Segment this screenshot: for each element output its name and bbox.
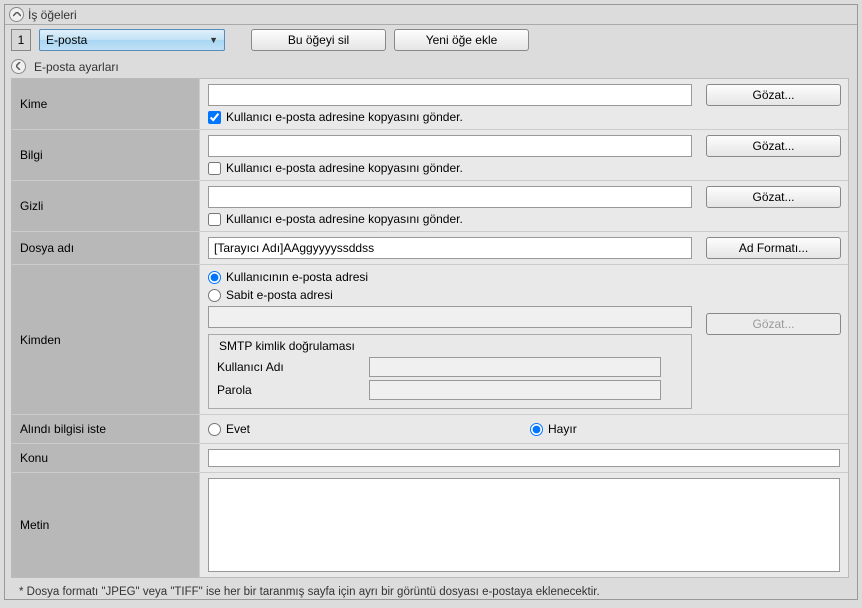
alindi-no-text: Hayır <box>548 422 577 436</box>
smtp-title: SMTP kimlik doğrulaması <box>217 339 683 353</box>
value-dosya-adi <box>200 232 700 264</box>
row-kimden: Kimden Kullanıcının e-posta adresi Sabit… <box>12 265 848 415</box>
email-form: Kime Kullanıcı e-posta adresine kopyasın… <box>11 78 849 578</box>
kime-browse-button[interactable]: Gözat... <box>706 84 841 106</box>
alindi-yes-radio[interactable] <box>208 423 221 436</box>
gizli-copy-checkbox[interactable] <box>208 213 221 226</box>
kimden-fixed-text: Sabit e-posta adresi <box>226 288 333 302</box>
ad-formati-button[interactable]: Ad Formatı... <box>706 237 841 259</box>
kime-browse-col: Gözat... <box>700 79 848 129</box>
collapse-work-items-button[interactable] <box>9 7 24 22</box>
value-konu <box>200 444 848 472</box>
row-konu: Konu <box>12 444 848 473</box>
label-konu: Konu <box>12 444 200 472</box>
label-alindi: Alındı bilgisi iste <box>12 415 200 443</box>
label-kimden: Kimden <box>12 265 200 414</box>
kimden-user-text: Kullanıcının e-posta adresi <box>226 270 368 284</box>
dropdown-value: E-posta <box>46 33 87 47</box>
row-gizli: Gizli Kullanıcı e-posta adresine kopyası… <box>12 181 848 232</box>
kimden-user-radio[interactable] <box>208 271 221 284</box>
work-items-header: İş öğeleri <box>5 5 857 25</box>
work-items-panel: İş öğeleri 1 E-posta ▼ Bu öğeyi sil Yeni… <box>4 4 858 600</box>
dosya-adi-input[interactable] <box>208 237 692 259</box>
row-bilgi: Bilgi Kullanıcı e-posta adresine kopyası… <box>12 130 848 181</box>
bilgi-browse-col: Gözat... <box>700 130 848 180</box>
smtp-user-row: Kullanıcı Adı <box>217 357 683 377</box>
value-metin <box>200 473 848 577</box>
item-toolbar: 1 E-posta ▼ Bu öğeyi sil Yeni öğe ekle <box>5 25 857 55</box>
row-metin: Metin <box>12 473 848 577</box>
gizli-copy-checkbox-label[interactable]: Kullanıcı e-posta adresine kopyasını gön… <box>208 212 692 226</box>
alindi-yes-text: Evet <box>226 422 250 436</box>
gizli-browse-col: Gözat... <box>700 181 848 231</box>
smtp-fieldset: SMTP kimlik doğrulaması Kullanıcı Adı Pa… <box>208 334 692 409</box>
value-gizli: Kullanıcı e-posta adresine kopyasını gön… <box>200 181 700 231</box>
delete-item-button[interactable]: Bu öğeyi sil <box>251 29 386 51</box>
collapse-email-settings-button[interactable] <box>11 59 26 74</box>
bilgi-copy-text: Kullanıcı e-posta adresine kopyasını gön… <box>226 161 463 175</box>
value-kime: Kullanıcı e-posta adresine kopyasını gön… <box>200 79 700 129</box>
bilgi-input[interactable] <box>208 135 692 157</box>
label-kime: Kime <box>12 79 200 129</box>
kimden-fixed-radio[interactable] <box>208 289 221 302</box>
smtp-pass-input <box>369 380 661 400</box>
gizli-copy-text: Kullanıcı e-posta adresine kopyasını gön… <box>226 212 463 226</box>
bilgi-copy-checkbox[interactable] <box>208 162 221 175</box>
label-gizli: Gizli <box>12 181 200 231</box>
alindi-no-radio-label[interactable]: Hayır <box>530 422 577 436</box>
dosya-adi-btn-col: Ad Formatı... <box>700 232 848 264</box>
alindi-yes-radio-label[interactable]: Evet <box>208 422 250 436</box>
label-dosya-adi: Dosya adı <box>12 232 200 264</box>
smtp-user-label: Kullanıcı Adı <box>217 360 367 374</box>
add-item-button[interactable]: Yeni öğe ekle <box>394 29 529 51</box>
email-settings-header: E-posta ayarları <box>11 57 849 76</box>
value-kimden: Kullanıcının e-posta adresi Sabit e-post… <box>200 265 700 414</box>
kimden-browse-col: Gözat... <box>700 265 848 414</box>
value-bilgi: Kullanıcı e-posta adresine kopyasını gön… <box>200 130 700 180</box>
kimden-fixed-radio-label[interactable]: Sabit e-posta adresi <box>208 288 692 302</box>
chevron-down-icon: ▼ <box>209 35 218 45</box>
kimden-input <box>208 306 692 328</box>
kimden-browse-button: Gözat... <box>706 313 841 335</box>
bilgi-browse-button[interactable]: Gözat... <box>706 135 841 157</box>
row-kime: Kime Kullanıcı e-posta adresine kopyasın… <box>12 79 848 130</box>
email-settings-title: E-posta ayarları <box>34 60 119 74</box>
label-metin: Metin <box>12 473 200 577</box>
metin-textarea[interactable] <box>208 478 840 572</box>
row-dosya-adi: Dosya adı Ad Formatı... <box>12 232 848 265</box>
kime-input[interactable] <box>208 84 692 106</box>
gizli-input[interactable] <box>208 186 692 208</box>
chevron-up-icon <box>13 10 21 19</box>
smtp-pass-label: Parola <box>217 383 367 397</box>
work-items-title: İş öğeleri <box>28 8 77 22</box>
kimden-user-radio-label[interactable]: Kullanıcının e-posta adresi <box>208 270 692 284</box>
row-alindi: Alındı bilgisi iste Evet Hayır <box>12 415 848 444</box>
smtp-pass-row: Parola <box>217 380 683 400</box>
kime-copy-text: Kullanıcı e-posta adresine kopyasını gön… <box>226 110 463 124</box>
value-alindi: Evet Hayır <box>200 415 848 443</box>
gizli-browse-button[interactable]: Gözat... <box>706 186 841 208</box>
bilgi-copy-checkbox-label[interactable]: Kullanıcı e-posta adresine kopyasını gön… <box>208 161 692 175</box>
smtp-user-input <box>369 357 661 377</box>
chevron-left-icon <box>16 62 21 72</box>
kime-copy-checkbox-label[interactable]: Kullanıcı e-posta adresine kopyasını gön… <box>208 110 692 124</box>
item-type-dropdown[interactable]: E-posta ▼ <box>39 29 225 51</box>
email-settings-section: E-posta ayarları Kime Kullanıcı e-posta … <box>11 57 849 604</box>
konu-input[interactable] <box>208 449 840 467</box>
label-bilgi: Bilgi <box>12 130 200 180</box>
alindi-no-radio[interactable] <box>530 423 543 436</box>
kime-copy-checkbox[interactable] <box>208 111 221 124</box>
item-number-cell: 1 <box>11 29 31 51</box>
footnote-text: * Dosya formatı "JPEG" veya "TIFF" ise h… <box>11 580 849 604</box>
